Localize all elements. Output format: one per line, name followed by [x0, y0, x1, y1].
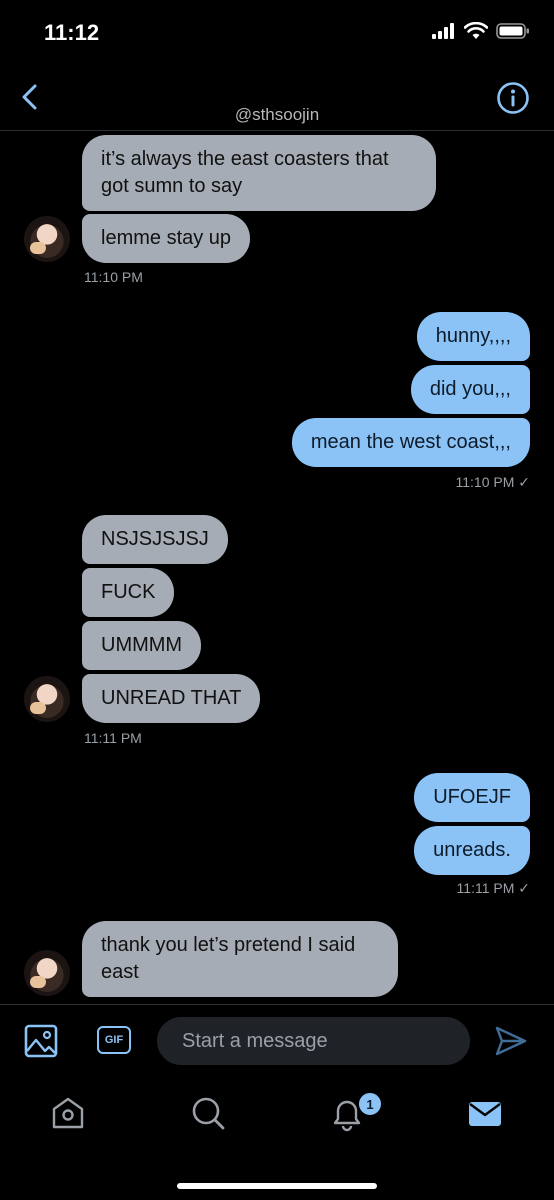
- messages-mail-icon[interactable]: [465, 1093, 505, 1133]
- sent-message[interactable]: hunny,,,,: [416, 312, 530, 361]
- send-icon[interactable]: [494, 1025, 528, 1057]
- sent-message[interactable]: UFOEJF: [414, 773, 530, 822]
- header-divider: [0, 130, 554, 131]
- notification-badge: 1: [357, 1091, 383, 1117]
- received-message[interactable]: UMMMM: [82, 621, 202, 670]
- wifi-icon: [464, 22, 488, 39]
- sent-message[interactable]: unreads.: [414, 826, 530, 875]
- message-timestamp: 11:11 PM ✓: [456, 880, 530, 896]
- home-indicator[interactable]: [177, 1183, 377, 1189]
- status-icons: [432, 22, 530, 40]
- received-message[interactable]: UNREAD THAT: [82, 674, 261, 723]
- image-icon[interactable]: [24, 1024, 58, 1058]
- received-message[interactable]: lemme stay up: [82, 214, 251, 263]
- avatar[interactable]: [24, 950, 70, 996]
- status-time: 11:12: [44, 20, 100, 45]
- message-input[interactable]: [157, 1017, 470, 1065]
- sent-message[interactable]: mean the west coast,,,: [291, 418, 530, 467]
- message-timestamp: 11:10 PM: [84, 269, 143, 285]
- received-message[interactable]: NSJSJSJSJ: [82, 515, 228, 564]
- avatar[interactable]: [24, 216, 70, 262]
- info-icon[interactable]: [496, 81, 530, 115]
- home-icon[interactable]: [48, 1093, 88, 1133]
- signal-icon: [432, 23, 454, 39]
- message-timestamp: 11:10 PM ✓: [455, 474, 530, 490]
- conversation-handle[interactable]: @sthsoojin: [0, 105, 554, 125]
- battery-icon: [496, 23, 529, 39]
- sent-message[interactable]: did you,,,: [410, 365, 530, 414]
- received-message[interactable]: it’s always the east coasters that got s…: [82, 135, 436, 211]
- gif-button[interactable]: GIF: [97, 1026, 131, 1054]
- search-icon[interactable]: [188, 1093, 228, 1133]
- received-message[interactable]: FUCK: [82, 568, 175, 617]
- avatar[interactable]: [24, 676, 70, 722]
- composer-divider: [0, 1004, 554, 1005]
- message-timestamp: 11:11 PM: [84, 730, 142, 746]
- received-message[interactable]: thank you let’s pretend I said east: [82, 921, 398, 997]
